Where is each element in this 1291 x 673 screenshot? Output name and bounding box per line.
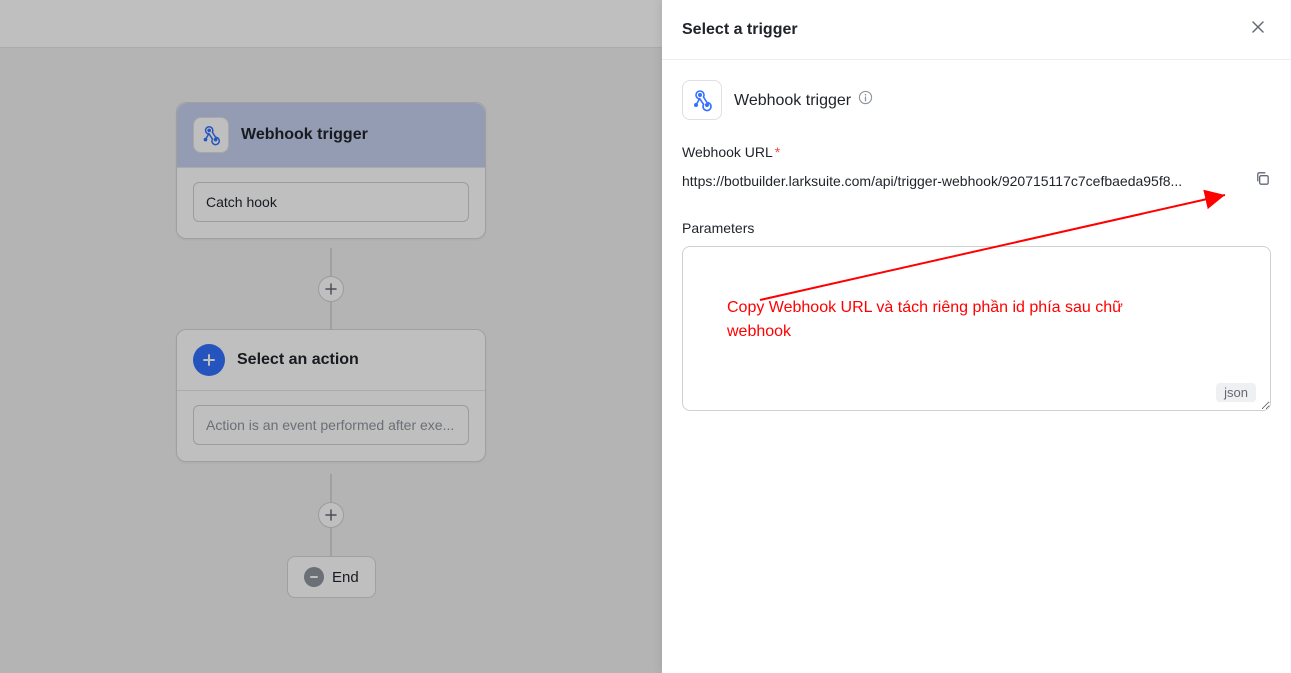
parameters-textarea[interactable]: json xyxy=(682,246,1271,411)
info-icon[interactable] xyxy=(858,92,873,109)
webhook-url-row: https://botbuilder.larksuite.com/api/tri… xyxy=(682,170,1271,192)
parameters-label: Parameters xyxy=(682,220,1271,236)
close-button[interactable] xyxy=(1245,14,1271,45)
trigger-type-label: Webhook trigger xyxy=(734,92,851,109)
webhook-url-label-text: Webhook URL xyxy=(682,144,773,160)
panel-body: Webhook trigger Webhook URL* https://bot… xyxy=(662,60,1291,673)
json-badge: json xyxy=(1216,383,1256,402)
webhook-url-value[interactable]: https://botbuilder.larksuite.com/api/tri… xyxy=(682,173,1244,189)
panel-title: Select a trigger xyxy=(682,21,798,39)
required-indicator: * xyxy=(775,144,780,160)
panel-header: Select a trigger xyxy=(662,0,1291,60)
close-icon xyxy=(1249,18,1267,36)
webhook-url-label: Webhook URL* xyxy=(682,144,1271,160)
webhook-icon xyxy=(682,80,722,120)
trigger-type-row: Webhook trigger xyxy=(682,80,1271,120)
panel-scrollbar[interactable] xyxy=(1283,0,1291,673)
trigger-panel: Select a trigger Webhook trigger Webhook… xyxy=(662,0,1291,673)
trigger-type-name: Webhook trigger xyxy=(734,90,873,110)
modal-overlay[interactable] xyxy=(0,0,662,673)
copy-icon xyxy=(1254,170,1271,187)
copy-url-button[interactable] xyxy=(1254,170,1271,192)
